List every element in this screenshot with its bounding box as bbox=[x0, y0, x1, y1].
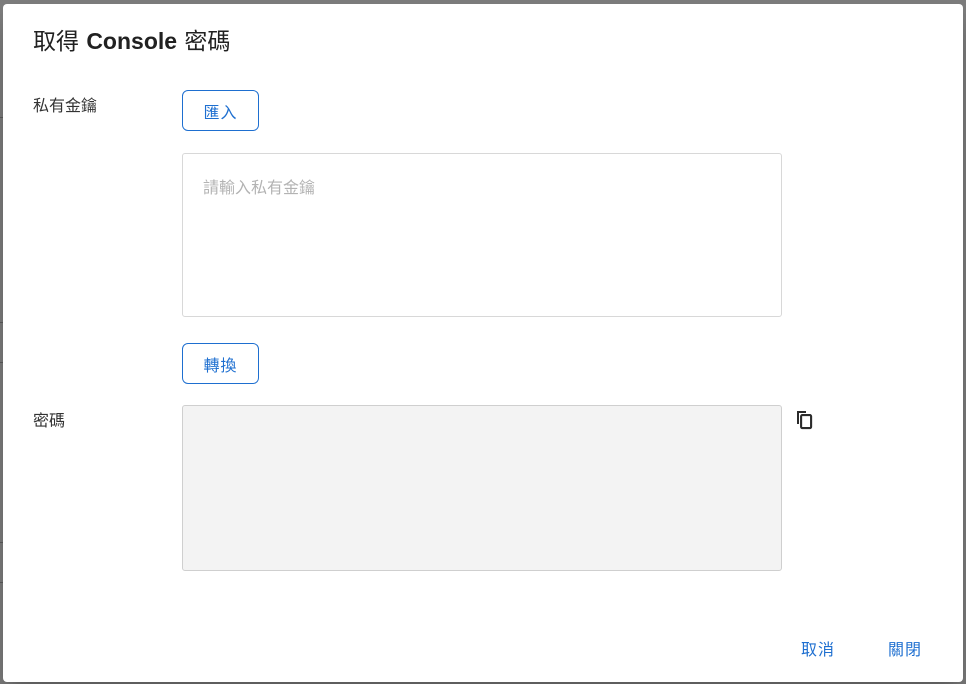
password-label: 密碼 bbox=[33, 411, 66, 430]
dialog-title: 取得 Console 密碼 bbox=[33, 26, 230, 57]
private-key-label: 私有金鑰 bbox=[33, 96, 98, 115]
password-output[interactable] bbox=[182, 405, 782, 571]
dialog-title-suffix: 密碼 bbox=[177, 29, 231, 55]
copy-icon bbox=[797, 411, 813, 430]
copy-password-button[interactable] bbox=[793, 407, 815, 431]
cancel-button[interactable]: 取消 bbox=[801, 636, 835, 660]
dialog-title-prefix: 取得 bbox=[33, 29, 87, 55]
import-button[interactable]: 匯入 bbox=[182, 90, 259, 131]
private-key-input[interactable] bbox=[182, 153, 782, 317]
convert-button[interactable]: 轉換 bbox=[182, 343, 259, 384]
dialog-title-brand: Console bbox=[86, 28, 178, 54]
close-button[interactable]: 關閉 bbox=[888, 636, 922, 660]
get-console-password-dialog: 取得 Console 密碼 私有金鑰 匯入 轉換 密碼 取消 關閉 bbox=[3, 4, 963, 682]
